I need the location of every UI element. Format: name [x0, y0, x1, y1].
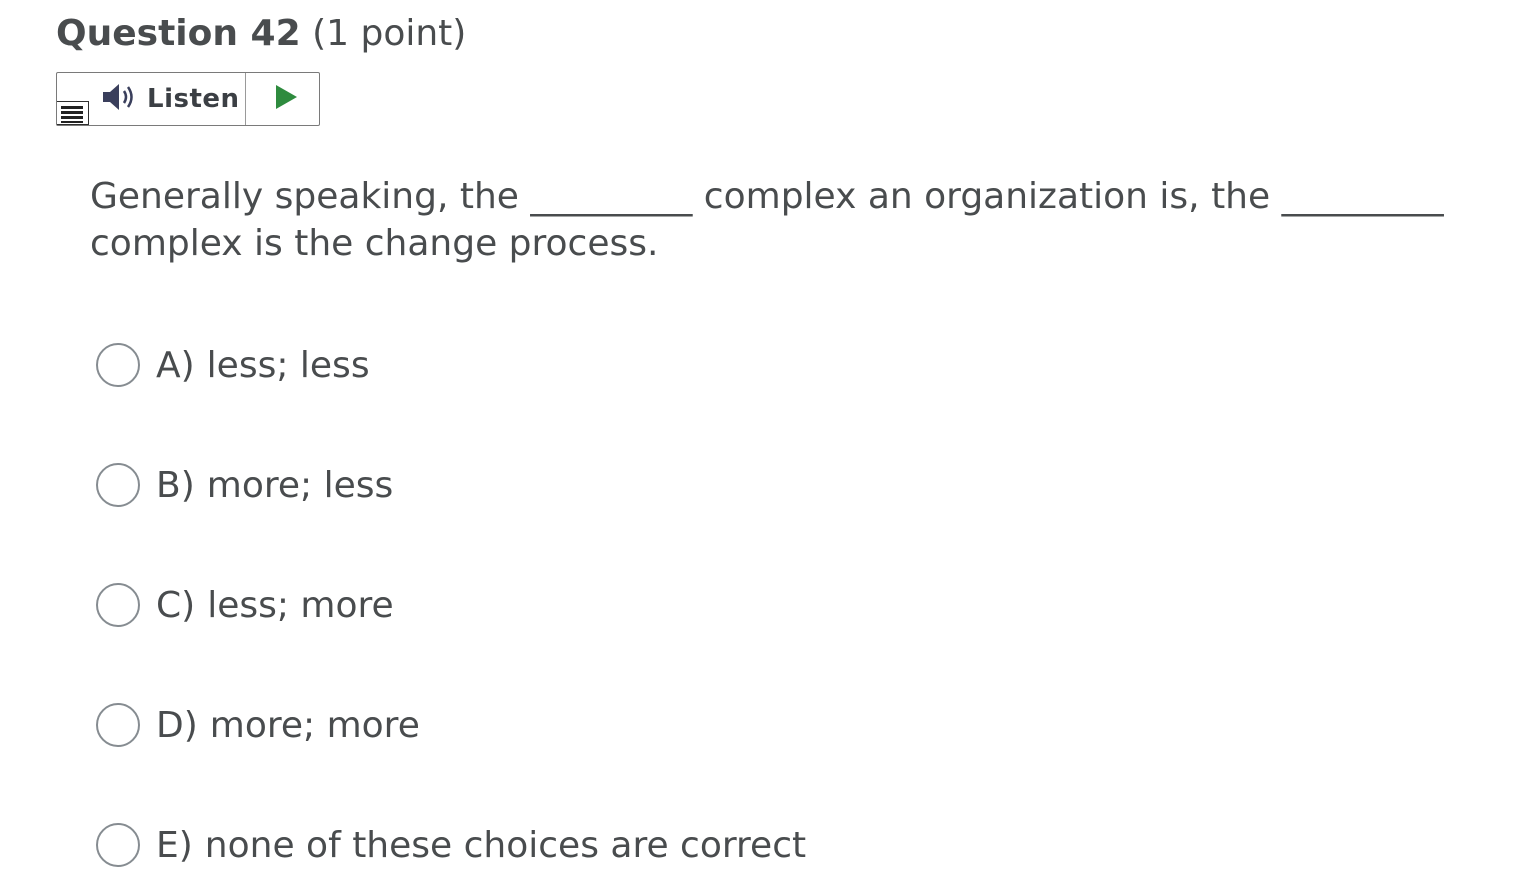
toolbar-divider [245, 73, 246, 125]
option-letter: C) [156, 584, 196, 626]
speaker-icon [101, 82, 139, 116]
menu-icon-glyph [61, 106, 83, 123]
question-text: Generally speaking, the _________ comple… [90, 176, 1444, 264]
radio-button[interactable] [96, 703, 140, 747]
option-letter: B) [156, 464, 195, 506]
question-points: (1 point) [312, 13, 467, 54]
option-text: less; more [207, 584, 394, 626]
option-e[interactable]: E) none of these choices are correct [96, 821, 806, 869]
option-letter: E) [156, 824, 193, 866]
option-d[interactable]: D) more; more [96, 701, 420, 749]
option-b[interactable]: B) more; less [96, 461, 393, 509]
option-c[interactable]: C) less; more [96, 581, 394, 629]
option-text: none of these choices are correct [204, 824, 807, 866]
radio-button[interactable] [96, 343, 140, 387]
option-text: more; more [209, 704, 420, 746]
listen-label: Listen [147, 84, 240, 114]
option-letter: A) [156, 344, 195, 386]
play-button[interactable] [253, 73, 319, 125]
question-title: Question 42 [56, 13, 301, 54]
option-text: less; less [206, 344, 370, 386]
radio-button[interactable] [96, 463, 140, 507]
menu-icon[interactable] [57, 101, 89, 125]
radio-button[interactable] [96, 583, 140, 627]
option-a[interactable]: A) less; less [96, 341, 370, 389]
option-text: more; less [206, 464, 394, 506]
listen-toolbar: Listen [56, 72, 320, 126]
radio-button[interactable] [96, 823, 140, 867]
question-header: Question 42 (1 point) [56, 12, 466, 56]
option-letter: D) [156, 704, 198, 746]
play-icon [274, 84, 298, 114]
listen-button[interactable]: Listen [101, 81, 245, 117]
